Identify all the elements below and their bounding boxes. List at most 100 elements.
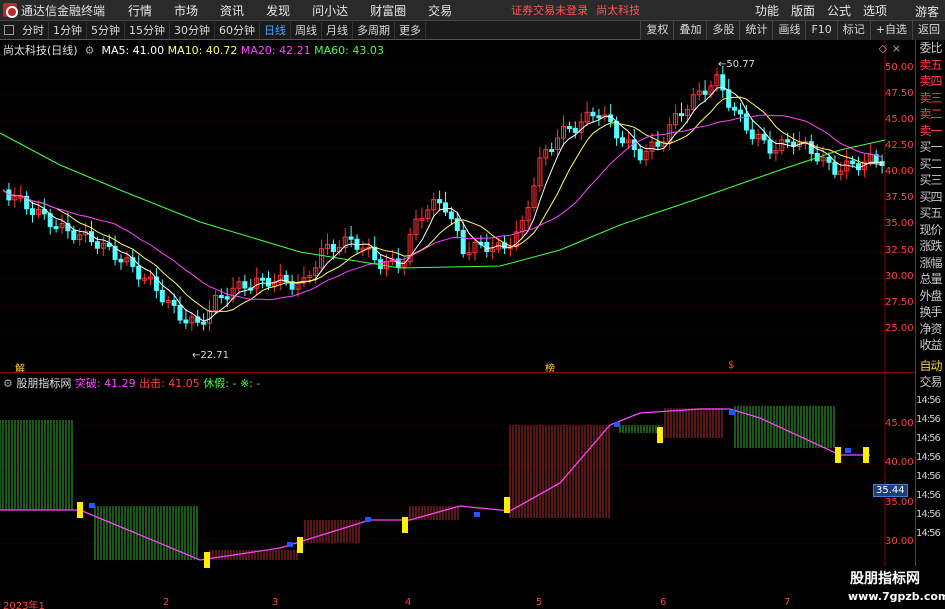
candle-body [177,304,183,321]
kline-chart[interactable]: 尚太科技(日线) ⚙ MA5: 41.00 MA10: 40.72 MA20: … [0,40,915,375]
btn-add-watch[interactable]: +自选 [869,21,912,40]
candle-body [679,113,684,117]
candle-body [702,90,708,95]
layout-toggle-icon[interactable] [4,25,14,35]
menu-market[interactable]: 市场 [163,2,209,19]
price-tick: 32.50 [885,245,914,256]
candle-body [266,277,271,287]
menu-ask[interactable]: 问小达 [301,2,359,19]
trade-time: 14:56 [916,413,941,425]
candle-body [378,259,384,269]
period-1min[interactable]: 1分钟 [49,21,87,39]
candle-body [749,129,755,140]
trade-time: 14:56 [916,394,941,406]
candle-body [832,161,838,175]
candle-body [596,115,602,119]
candle-body [448,211,454,220]
indicator-line [0,408,870,561]
menu-news[interactable]: 资讯 [209,2,255,19]
period-60min[interactable]: 60分钟 [215,21,260,39]
mark-legend: ※: - [239,377,261,390]
indicator-chart[interactable]: ⚙ 股朋指标网 突破: 41.29 出击: 41.05 休假: - ※: - 4… [0,373,915,609]
btn-overlay[interactable]: 叠加 [673,21,707,40]
trade-time: 14:56 [916,527,941,539]
ma-line [2,86,883,322]
watermark-name: 股朋指标网 [850,571,920,587]
quote-bid-ratio: 委比 [919,41,942,55]
date-tick: 6 [660,597,667,608]
trade-button[interactable]: 交易 [916,374,945,391]
date-tick: 4 [405,597,412,608]
guest-user[interactable]: 游客 [915,3,939,20]
signal-dot [614,422,620,427]
ma5-legend: MA5: 41.00 [101,44,165,57]
btn-back[interactable]: 返回 [912,21,945,40]
attack-legend: 出击: 41.05 [139,377,200,390]
candle-body [171,299,177,306]
btn-multi-stock[interactable]: 多股 [706,21,740,40]
signal-dot [89,503,95,508]
menu-formula[interactable]: 公式 [821,2,857,19]
price-axis: 50.00 47.50 45.00 42.50 40.00 37.50 35.0… [885,40,915,372]
signal-marker [77,502,83,518]
quote-panel: 委比 卖五 卖四 卖三 卖二 卖一 买一 买二 买三 买四 买五 现价 涨跌 涨… [915,40,945,609]
period-30min[interactable]: 30分钟 [170,21,215,39]
menu-trade[interactable]: 交易 [417,2,463,19]
menu-wealth[interactable]: 财富圈 [359,2,417,19]
price-tick: 25.00 [885,323,914,334]
quote-bid1: 买一 [919,140,942,154]
candle-body [785,139,791,143]
event-mark-dividend[interactable]: $ [728,360,734,371]
indicator-canvas[interactable] [0,373,915,609]
candle-body [159,289,165,303]
quote-bid3: 买三 [919,173,942,187]
indicator-tick: 30.00 [885,536,914,547]
quote-change-pct: 涨幅 [919,255,942,270]
quote-ask2: 卖二 [919,107,942,121]
trade-login-notice[interactable]: 证券交易未登录 [511,2,588,18]
signal-marker [204,552,210,568]
price-tick: 37.50 [885,192,914,203]
indicator-title: 股朋指标网 [16,377,72,390]
candle-body [437,199,443,204]
date-tick: 2 [163,597,170,608]
chart-legend: 尚太科技(日线) ⚙ MA5: 41.00 MA10: 40.72 MA20: … [3,42,384,58]
current-value-tag: 35.44 [873,484,908,497]
period-toolbar: 分时 1分钟 5分钟 15分钟 30分钟 60分钟 日线 周线 月线 多周期 更… [0,21,945,40]
auto-button[interactable]: 自动 [916,358,945,375]
candle-body [224,296,230,300]
rest-legend: 休假: - [203,377,237,390]
kline-canvas[interactable] [0,40,915,372]
signal-dot [729,410,735,415]
ma-line [2,114,883,301]
period-weekly[interactable]: 周线 [291,21,322,39]
menu-function[interactable]: 功能 [749,2,785,19]
period-more[interactable]: 更多 [395,21,426,39]
period-5min[interactable]: 5分钟 [87,21,125,39]
menu-layout[interactable]: 版面 [785,2,821,19]
btn-f10[interactable]: F10 [805,21,837,40]
menu-discover[interactable]: 发现 [255,2,301,19]
candle-body [348,236,354,240]
candle-body [761,133,767,141]
candle-body [850,160,856,165]
chart-title: 尚太科技(日线) [3,44,78,57]
price-tick: 42.50 [885,140,914,151]
period-multi[interactable]: 多周期 [353,21,395,39]
btn-mark[interactable]: 标记 [836,21,870,40]
period-intraday[interactable]: 分时 [18,21,49,39]
candle-body [183,319,189,324]
btn-stats[interactable]: 统计 [739,21,773,40]
menu-market-quotes[interactable]: 行情 [117,2,163,19]
period-monthly[interactable]: 月线 [322,21,353,39]
period-daily[interactable]: 日线 [260,21,291,39]
current-stock-name: 尚太科技 [596,4,641,17]
menu-options[interactable]: 选项 [857,2,893,19]
btn-adjust[interactable]: 复权 [640,21,674,40]
period-15min[interactable]: 15分钟 [125,21,170,39]
indicator-settings-icon[interactable]: ⚙ [3,377,13,390]
candle-body [30,208,35,215]
legend-settings-icon[interactable]: ⚙ [81,44,98,57]
date-tick: 5 [536,597,543,608]
btn-draw[interactable]: 画线 [772,21,806,40]
